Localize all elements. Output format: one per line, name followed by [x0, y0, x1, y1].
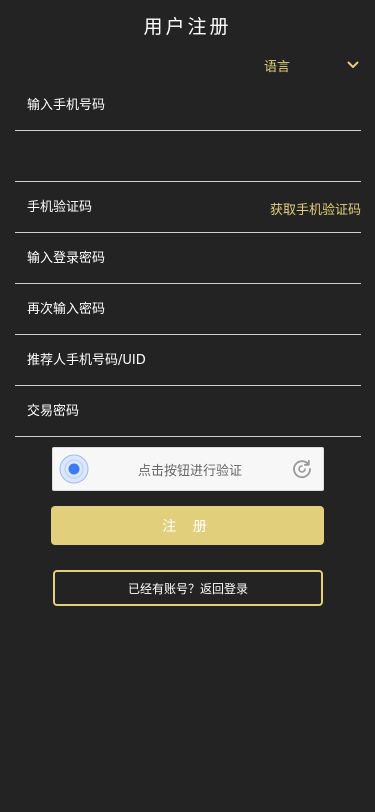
page-title: 用户注册 [143, 16, 232, 38]
confirm-password-input[interactable] [15, 285, 361, 334]
chevron-down-icon [346, 58, 360, 72]
referrer-field [15, 336, 361, 386]
language-label: 语言 [264, 59, 291, 75]
login-password-input[interactable] [15, 234, 361, 283]
get-sms-code-button[interactable]: 获取手机验证码 [270, 183, 361, 233]
trade-password-field [15, 387, 361, 437]
phone-field [15, 81, 361, 131]
register-button[interactable]: 注 册 [51, 506, 324, 545]
blank-field [15, 132, 361, 182]
language-selector[interactable]: 语言 [264, 55, 360, 75]
refresh-icon[interactable] [291, 458, 313, 480]
sms-code-field: 获取手机验证码 [15, 183, 361, 233]
captcha-label: 点击按钮进行验证 [137, 463, 242, 479]
captcha-verify-button[interactable]: 点击按钮进行验证 [52, 447, 324, 491]
referrer-input[interactable] [15, 336, 361, 385]
login-password-field [15, 234, 361, 284]
back-to-login-button[interactable]: 已经有账号？返回登录 [53, 570, 323, 606]
register-page: 用户注册 语言 获取手机验证码 [0, 0, 375, 812]
unlabeled-input[interactable] [15, 132, 361, 181]
phone-input[interactable] [15, 81, 361, 130]
trade-password-input[interactable] [15, 387, 361, 436]
confirm-password-field [15, 285, 361, 335]
radar-icon [59, 454, 89, 484]
